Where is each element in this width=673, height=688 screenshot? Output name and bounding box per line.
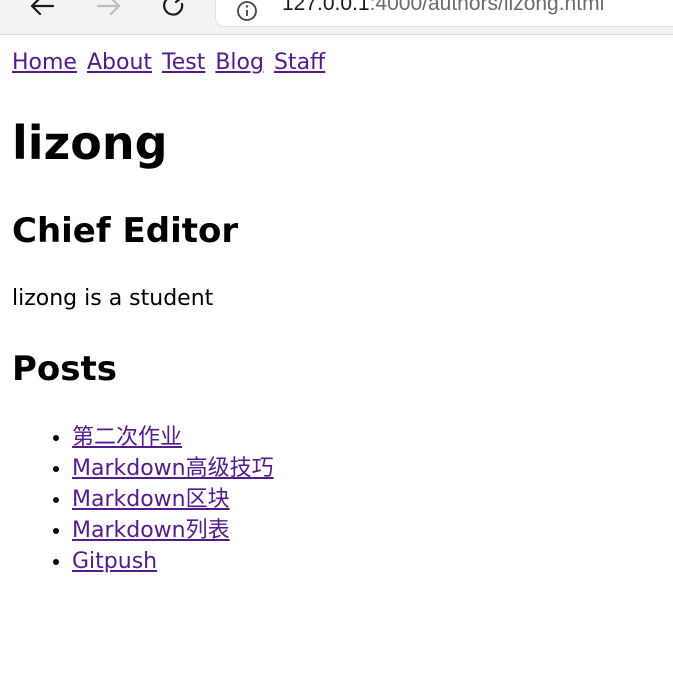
url-path: :4000/authors/lizong.html [369, 0, 605, 15]
address-bar[interactable]: 127.0.0.1:4000/authors/lizong.html [216, 0, 673, 26]
nav-link-blog[interactable]: Blog [215, 50, 264, 75]
posts-heading: Posts [12, 349, 118, 389]
author-bio: lizong is a student [12, 286, 214, 311]
nav-link-test[interactable]: Test [162, 50, 205, 75]
page-content: Home About Test Blog Staff lizong Chief … [12, 44, 662, 574]
post-link[interactable]: 第二次作业 [72, 425, 182, 450]
reload-icon [163, 0, 184, 16]
nav-link-about[interactable]: About [87, 50, 152, 75]
post-link[interactable]: Markdown区块 [72, 487, 230, 512]
arrow-right-icon [96, 0, 121, 16]
posts-list: 第二次作业 Markdown高级技巧 Markdown区块 Markdown列表… [12, 422, 274, 577]
forward-button[interactable] [91, 0, 127, 24]
browser-toolbar: 127.0.0.1:4000/authors/lizong.html [0, 0, 673, 35]
site-nav: Home About Test Blog Staff [12, 44, 662, 82]
post-link[interactable]: Gitpush [72, 549, 157, 574]
post-link[interactable]: Markdown列表 [72, 518, 230, 543]
list-item: Markdown高级技巧 [72, 453, 274, 484]
list-item: Markdown区块 [72, 484, 274, 515]
url-host: 127.0.0.1 [282, 0, 370, 15]
arrow-left-icon [30, 0, 55, 16]
nav-link-home[interactable]: Home [12, 50, 77, 75]
list-item: 第二次作业 [72, 422, 274, 453]
reload-button[interactable] [156, 0, 192, 24]
post-link[interactable]: Markdown高级技巧 [72, 456, 274, 481]
list-item: Gitpush [72, 546, 274, 577]
list-item: Markdown列表 [72, 515, 274, 546]
info-icon[interactable] [236, 0, 258, 22]
author-role-heading: Chief Editor [12, 211, 239, 251]
url-text[interactable]: 127.0.0.1:4000/authors/lizong.html [282, 0, 604, 16]
back-button[interactable] [24, 0, 60, 24]
author-name-heading: lizong [12, 116, 168, 170]
nav-link-staff[interactable]: Staff [274, 50, 325, 75]
